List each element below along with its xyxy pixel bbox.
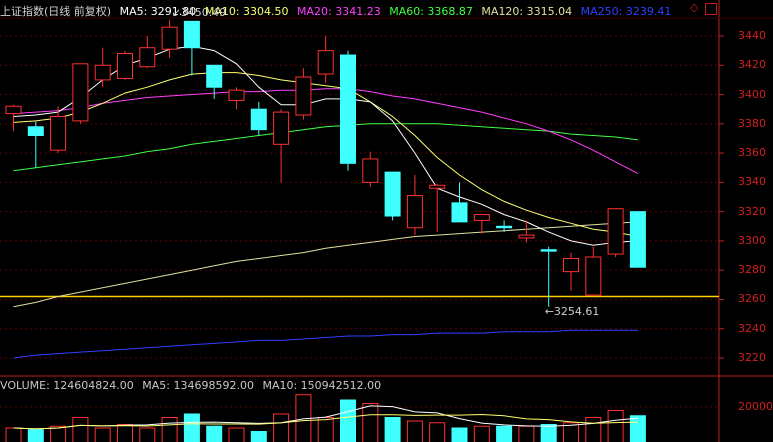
volume-ma10-value: MA10: 150942512.00 [262,379,382,392]
index-title: 上证指数(日线 前复权) [0,5,112,18]
candle-body[interactable] [585,256,602,296]
candle-body[interactable] [451,202,468,223]
kline-chart[interactable] [0,0,773,442]
volume-bar[interactable] [139,427,156,442]
volume-bar[interactable] [607,410,624,442]
low-annotation: ←3254.61 [544,304,600,318]
candle-body[interactable] [496,225,513,229]
candle-body[interactable] [563,257,579,273]
candle-body[interactable] [5,105,22,115]
candle-body[interactable] [94,64,111,81]
volume-bar[interactable] [228,427,245,442]
volume-bar[interactable] [629,415,646,442]
price-tick-label: 3440 [738,29,766,42]
volume-bar[interactable] [585,417,602,442]
diamond-icon[interactable]: ◇ [690,2,700,13]
volume-bar[interactable] [94,427,111,442]
volume-title: VOLUME: 124604824.00 [0,379,134,392]
volume-bar[interactable] [317,417,334,442]
price-tick-label: 3220 [738,351,766,364]
candle-body[interactable] [540,249,557,252]
high-arrow-icon: ↙ [171,5,181,19]
candle-body[interactable] [429,184,446,189]
volume-bar[interactable] [27,429,44,442]
volume-bar[interactable] [117,424,133,442]
volume-bar[interactable] [384,417,401,442]
candle-body[interactable] [362,158,379,183]
price-tick-label: 3420 [738,58,766,72]
candle-body[interactable] [607,208,624,255]
candle-body[interactable] [273,111,290,145]
price-tick-label: 3280 [738,263,766,277]
volume-bar[interactable] [183,413,200,442]
volume-header: VOLUME: 124604824.00 MA5: 134698592.00 M… [0,379,386,392]
price-tick-label: 3400 [738,87,766,101]
candle-body[interactable] [183,20,200,49]
candle-body[interactable] [139,47,156,68]
volume-bar[interactable] [5,427,22,442]
candle-body[interactable] [295,76,312,116]
volume-bar[interactable] [451,427,468,442]
volume-bar[interactable] [362,403,379,442]
volume-bar[interactable] [473,425,490,442]
volume-ma5-value: MA5: 134698592.00 [142,379,254,392]
ma250-line [13,329,638,359]
price-tick-label: 3380 [738,116,766,130]
candle-body[interactable] [161,26,178,50]
volume-bar[interactable] [496,425,513,442]
candle-body[interactable] [518,234,535,239]
volume-bar[interactable] [518,425,535,442]
window-button-icon[interactable] [705,3,717,15]
candle-body[interactable] [340,54,356,164]
price-tick-label: 3260 [738,292,766,306]
volume-bar[interactable] [340,399,356,442]
candle-body[interactable] [384,171,401,217]
price-tick-label: 3240 [738,321,766,335]
candle-body[interactable] [50,116,67,151]
ma60-value: MA60: 3368.87 [389,5,473,18]
volume-bar[interactable] [540,424,557,442]
candle-body[interactable] [406,195,423,229]
volume-bar[interactable] [273,413,290,442]
volume-tick-label: 20000 [738,400,773,413]
candle-body[interactable] [117,53,133,79]
candle-body[interactable] [629,211,646,268]
volume-bar[interactable] [429,422,446,442]
candle-body[interactable] [473,214,490,221]
volume-bar[interactable] [250,431,267,442]
volume-bar[interactable] [72,417,89,442]
price-tick-label: 3340 [738,175,766,189]
candle-body[interactable] [228,89,245,101]
volume-bar[interactable] [406,420,423,442]
candle-body[interactable] [27,126,44,137]
ma120-value: MA120: 3315.04 [481,5,573,18]
high-annotation: ↙3450.49 [171,5,227,19]
ma20-value: MA20: 3341.23 [297,5,381,18]
price-tick-label: 3300 [738,233,766,247]
ma60-line [13,123,638,172]
candle-body[interactable] [250,108,267,131]
ma120-line [13,221,638,308]
candle-body[interactable] [317,50,334,75]
ma250-value: MA250: 3239.41 [580,5,672,18]
price-tick-label: 3360 [738,146,766,160]
candle-body[interactable] [72,63,89,122]
candle-body[interactable] [206,64,223,88]
volume-bar[interactable] [206,425,223,442]
volume-bar[interactable] [161,417,178,442]
low-arrow-icon: ← [544,304,554,318]
price-header: 上证指数(日线 前复权) MA5: 3291.80 MA10: 3304.50 … [0,3,676,19]
price-tick-label: 3320 [738,204,766,218]
